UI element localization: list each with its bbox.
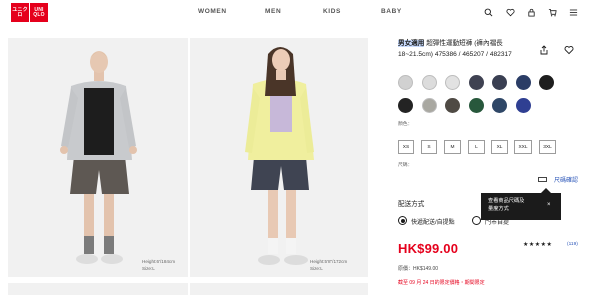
color-swatch[interactable] bbox=[421, 98, 437, 113]
product-photo-female-model[interactable]: Height:5'8"/172cm Size:L bbox=[190, 38, 368, 277]
color-swatch[interactable] bbox=[398, 98, 413, 113]
color-swatch[interactable] bbox=[445, 75, 460, 90]
color-swatch[interactable] bbox=[468, 75, 484, 90]
color-swatch[interactable] bbox=[515, 75, 531, 90]
search-icon[interactable] bbox=[483, 7, 493, 17]
sale-price: HK$99.00 bbox=[398, 241, 459, 256]
color-swatch[interactable] bbox=[492, 75, 507, 90]
size-guide-tooltip: 查看商品尺碼及 量度方式 × bbox=[481, 188, 561, 220]
favorite-heart-icon[interactable] bbox=[564, 42, 574, 55]
delivery-radio-express[interactable] bbox=[398, 216, 407, 225]
heart-icon[interactable] bbox=[505, 7, 515, 17]
size-3xl-button[interactable]: 3XL bbox=[539, 140, 556, 154]
product-photo-4[interactable] bbox=[190, 283, 368, 295]
share-icon[interactable] bbox=[539, 42, 549, 55]
size-xl-button[interactable]: XL bbox=[491, 140, 508, 154]
size-m-button[interactable]: M bbox=[444, 140, 461, 154]
promo-text: 截至 09 月 24 日的限定價格・期間限定 bbox=[398, 280, 485, 286]
product-title: 男女適用 超彈性運動短褲 (褲內襠長 18~21.5cm) 475386 / 4… bbox=[398, 38, 536, 60]
size-label: 尺碼： bbox=[398, 163, 413, 168]
size-xxl-button[interactable]: XXL bbox=[514, 140, 532, 154]
original-price: 原價：HK$149.00 bbox=[398, 266, 439, 272]
title-highlight: 男女適用 bbox=[398, 40, 425, 47]
nav-kids[interactable]: KIDS bbox=[323, 8, 341, 15]
size-guide-link[interactable]: 尺碼確認 bbox=[554, 175, 578, 184]
size-s-button[interactable]: S bbox=[421, 140, 437, 154]
model-size-caption: Size:L bbox=[142, 266, 155, 271]
color-swatch[interactable] bbox=[398, 75, 413, 90]
size-xs-button[interactable]: XS bbox=[398, 140, 414, 154]
color-swatch[interactable] bbox=[445, 98, 460, 113]
delivery-radio-store[interactable] bbox=[472, 216, 481, 225]
cart-icon[interactable] bbox=[547, 7, 557, 17]
product-photo-3[interactable] bbox=[8, 283, 188, 295]
delivery-title: 配送方式 bbox=[398, 201, 425, 208]
nav-baby[interactable]: BABY bbox=[381, 8, 402, 15]
product-photo-male-model[interactable]: Height:6'/184cm Size:L bbox=[8, 38, 188, 277]
menu-icon[interactable] bbox=[568, 7, 578, 17]
account-icon[interactable] bbox=[526, 7, 536, 17]
size-l-button[interactable]: L bbox=[468, 140, 485, 154]
color-swatch[interactable] bbox=[421, 75, 437, 90]
color-swatch[interactable] bbox=[468, 98, 484, 113]
color-swatch[interactable] bbox=[539, 75, 554, 90]
uniqlo-logo[interactable]: ユニクロ UNI QLO bbox=[11, 3, 48, 22]
model-height-caption: Height:5'8"/172cm bbox=[310, 259, 348, 264]
logo-latin: UNI QLO bbox=[30, 3, 48, 22]
tooltip-close-button[interactable]: × bbox=[547, 201, 551, 209]
color-swatch[interactable] bbox=[492, 98, 507, 113]
color-swatch[interactable] bbox=[515, 98, 531, 113]
product-page: ユニクロ UNI QLO WOMEN MEN KIDS BABY Height:… bbox=[0, 0, 600, 295]
ruler-icon[interactable] bbox=[538, 177, 547, 182]
review-count-link[interactable]: (119) bbox=[567, 242, 578, 247]
rating-stars[interactable]: ★★★★★ bbox=[523, 241, 552, 248]
site-header: ユニクロ UNI QLO WOMEN MEN KIDS BABY bbox=[0, 0, 600, 26]
delivery-option-express[interactable]: 快遞配送/自提點 bbox=[411, 217, 455, 226]
logo-katakana: ユニクロ bbox=[11, 3, 29, 22]
model-height-caption: Height:6'/184cm bbox=[142, 259, 176, 264]
color-label: 顏色： bbox=[398, 122, 413, 127]
nav-men[interactable]: MEN bbox=[265, 8, 281, 15]
nav-women[interactable]: WOMEN bbox=[198, 8, 227, 15]
model-size-caption: Size:L bbox=[310, 266, 323, 271]
